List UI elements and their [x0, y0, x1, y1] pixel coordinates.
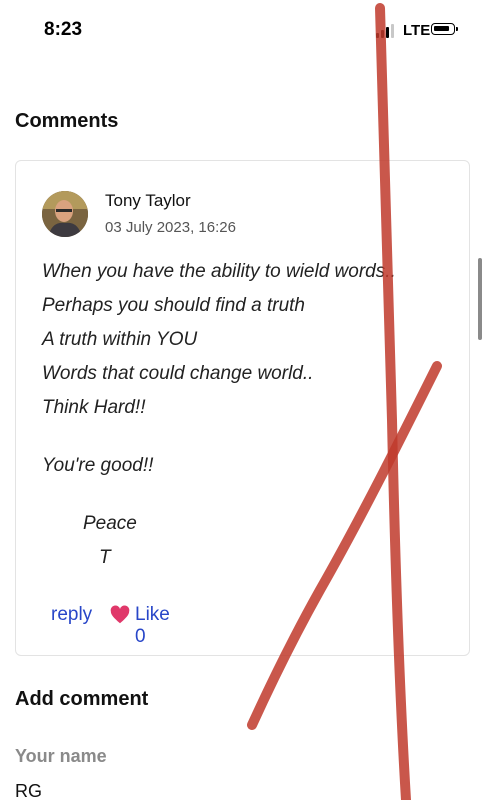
- comment-line: Words that could change world..: [42, 363, 314, 384]
- network-label: LTE: [403, 22, 431, 39]
- comment-line: Think Hard!!: [42, 397, 146, 418]
- comment-signoff: Peace: [83, 513, 137, 534]
- heart-icon[interactable]: [109, 604, 131, 626]
- comment-line: When you have the ability to wield words…: [42, 261, 396, 282]
- comment-author[interactable]: Tony Taylor: [105, 191, 191, 211]
- signal-icon: [376, 24, 398, 38]
- comment-line: You're good!!: [42, 455, 154, 476]
- battery-icon: [431, 23, 458, 35]
- reply-link[interactable]: reply: [51, 604, 92, 626]
- like-button[interactable]: Like 0: [135, 604, 170, 648]
- name-field-label: Your name: [15, 746, 107, 766]
- avatar[interactable]: [42, 191, 88, 237]
- add-comment-heading: Add comment: [15, 688, 149, 710]
- comments-heading: Comments: [15, 110, 119, 132]
- scrollbar[interactable]: [478, 258, 482, 340]
- comment-line: A truth within YOU: [42, 329, 198, 350]
- name-input[interactable]: [15, 778, 455, 804]
- comment-card: Tony Taylor 03 July 2023, 16:26 When you…: [15, 160, 470, 656]
- status-bar: 8:23 LTE: [0, 0, 485, 60]
- comment-line: Perhaps you should find a truth: [42, 295, 306, 316]
- status-time: 8:23: [44, 19, 83, 40]
- comment-signature: T: [99, 547, 111, 568]
- comment-date: 03 July 2023, 16:26: [105, 219, 236, 236]
